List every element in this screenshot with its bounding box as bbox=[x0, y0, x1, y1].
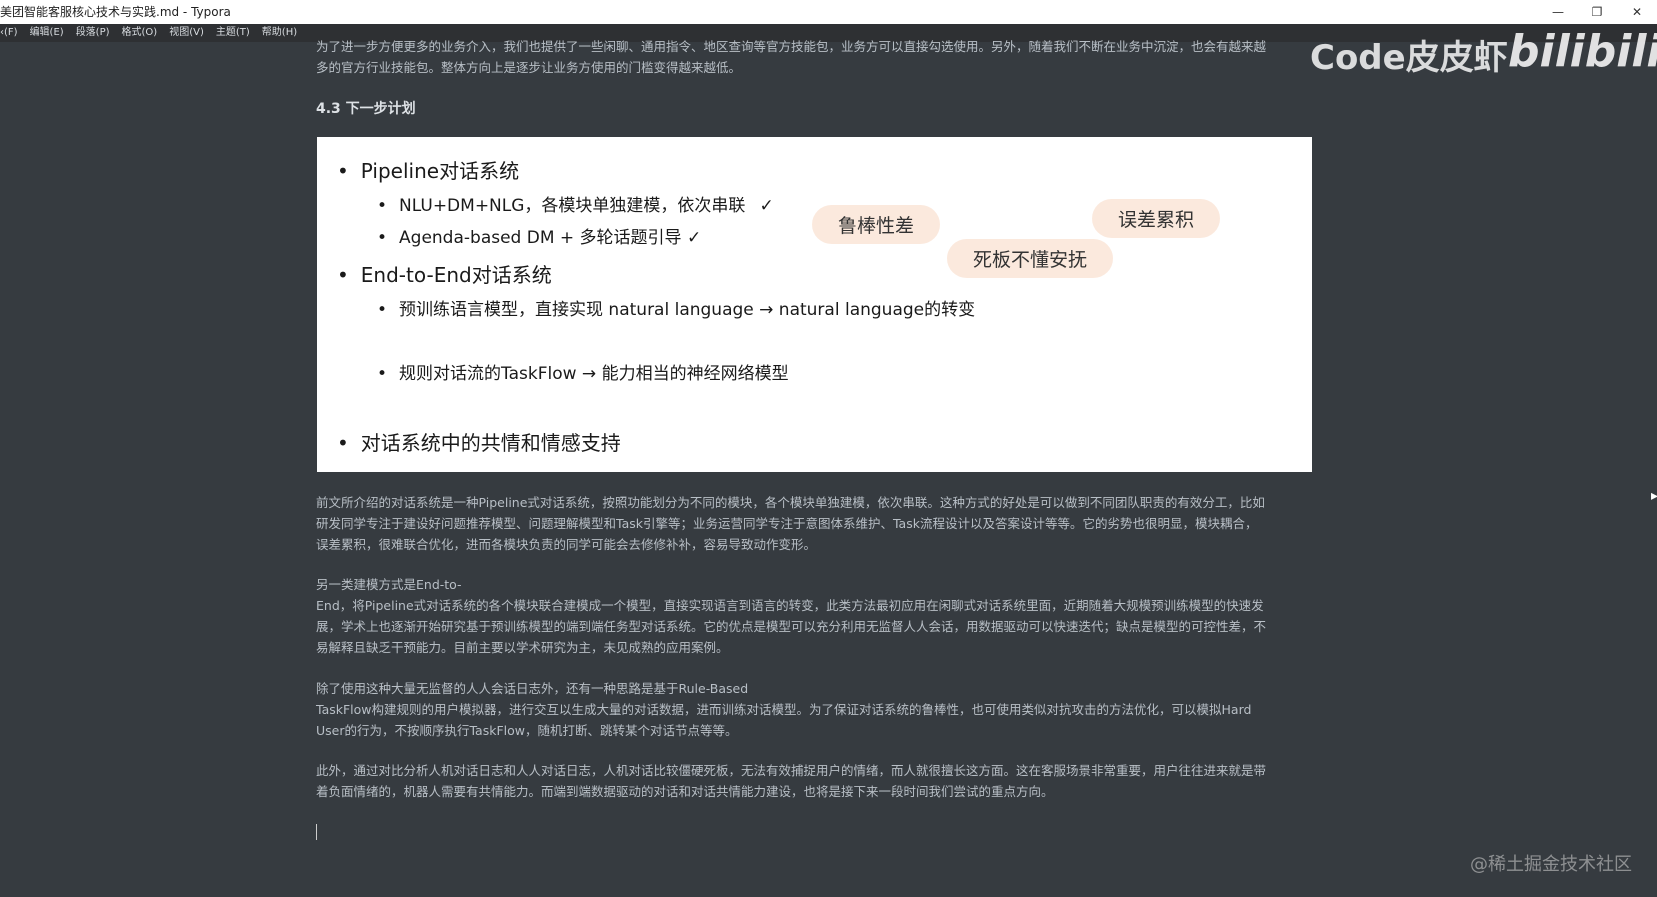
bullet-pipeline: • Pipeline对话系统 bbox=[337, 159, 520, 183]
menu-edit[interactable]: 编辑(E) bbox=[30, 24, 64, 42]
bullet-pipeline-sub1: • NLU+DM+NLG，各模块单独建模，依次串联 ✓ bbox=[377, 196, 774, 216]
title-bar: 美团智能客服核心技术与实践.md - Typora — ❐ ✕ bbox=[0, 0, 1657, 24]
text-line: TaskFlow构建规则的用户模拟器，进行交互以生成大量的对话数据，进而训练对话… bbox=[316, 702, 1252, 717]
note-robustness: 鲁棒性差 bbox=[812, 205, 941, 244]
menu-view[interactable]: 视图(V) bbox=[169, 24, 204, 42]
menu-theme[interactable]: 主题(T) bbox=[216, 24, 250, 42]
bullet-pipeline-sub2: • Agenda-based DM + 多轮话题引导 ✓ bbox=[377, 228, 702, 248]
text-line: 多的官方行业技能包。整体方向上是逐步让业务方使用的门槛变得越来越低。 bbox=[316, 60, 742, 75]
bullet-text: 规则对话流的TaskFlow → 能力相当的神经网络模型 bbox=[399, 364, 789, 384]
text-line: 前文所介绍的对话系统是一种Pipeline式对话系统，按照功能划分为不同的模块，… bbox=[316, 495, 1265, 510]
bullet-text: NLU+DM+NLG，各模块单独建模，依次串联 bbox=[399, 196, 746, 216]
text-cursor[interactable] bbox=[316, 824, 317, 840]
text-line: 为了进一步方便更多的业务介入，我们也提供了一些闲聊、通用指令、地区查询等官方技能… bbox=[316, 39, 1267, 54]
text-line: 着负面情绪的，机器人需要有共情能力。而端到端数据驱动的对话和对话共情能力建设，也… bbox=[316, 784, 1054, 799]
note-error-accumulation: 误差累积 bbox=[1092, 199, 1221, 238]
paragraph-e2e: 另一类建模方式是End-to- End，将Pipeline式对话系统的各个模块联… bbox=[316, 574, 1316, 658]
check-mark: ✓ bbox=[759, 196, 774, 216]
note-rigid: 死板不懂安抚 bbox=[947, 239, 1114, 278]
menu-file[interactable]: ‹(F) bbox=[0, 24, 18, 42]
bullet-text: 预训练语言模型，直接实现 natural language → natural … bbox=[399, 300, 976, 320]
section-heading: 4.3 下一步计划 bbox=[316, 101, 416, 117]
menu-paragraph[interactable]: 段落(P) bbox=[76, 24, 110, 42]
uploader-watermark: Code皮皮虾 bbox=[1310, 38, 1508, 78]
minimize-button[interactable]: — bbox=[1543, 0, 1573, 24]
text-line: End，将Pipeline式对话系统的各个模块联合建模成一个模型，直接实现语言到… bbox=[316, 598, 1264, 613]
restore-button[interactable]: ❐ bbox=[1582, 0, 1612, 24]
menu-help[interactable]: 帮助(H) bbox=[262, 24, 297, 42]
slide-image: • Pipeline对话系统 • NLU+DM+NLG，各模块单独建模，依次串联 ✓ … bbox=[317, 137, 1312, 472]
close-button[interactable]: ✕ bbox=[1622, 0, 1652, 24]
mouse-pointer-icon: ▸ bbox=[1651, 488, 1657, 504]
text-line: User的行为，不按顺序执行TaskFlow，随机打断、跳转某个对话节点等等。 bbox=[316, 723, 738, 738]
bullet-text: Agenda-based DM + 多轮话题引导 ✓ bbox=[399, 228, 702, 248]
paragraph-pipeline: 前文所介绍的对话系统是一种Pipeline式对话系统，按照功能划分为不同的模块，… bbox=[316, 492, 1316, 555]
text-line: 此外，通过对比分析人机对话日志和人人对话日志，人机对话比较僵硬死板，无法有效捕捉… bbox=[316, 763, 1267, 778]
bullet-empathy: • 对话系统中的共情和情感支持 bbox=[337, 431, 621, 455]
bullet-text: Pipeline对话系统 bbox=[360, 159, 520, 183]
bullet-e2e: • End-to-End对话系统 bbox=[337, 263, 552, 287]
bullet-e2e-sub1: • 预训练语言模型，直接实现 natural language → natural… bbox=[377, 300, 976, 320]
bullet-e2e-sub2: • 规则对话流的TaskFlow → 能力相当的神经网络模型 bbox=[377, 364, 789, 384]
bilibili-logo: bilibili bbox=[1508, 26, 1657, 77]
text-line: 另一类建模方式是End-to- bbox=[316, 577, 462, 592]
intro-paragraph: 为了进一步方便更多的业务介入，我们也提供了一些闲聊、通用指令、地区查询等官方技能… bbox=[316, 36, 1316, 78]
window-title: 美团智能客服核心技术与实践.md - Typora bbox=[0, 5, 231, 19]
paragraph-rule-based: 除了使用这种大量无监督的人人会话日志外，还有一种思路是基于Rule-Based … bbox=[316, 678, 1316, 741]
text-line: 展，学术上也逐渐开始研究基于预训练模型的端到端任务型对话系统。它的优点是模型可以… bbox=[316, 619, 1267, 634]
bullet-text: 对话系统中的共情和情感支持 bbox=[360, 431, 621, 455]
text-line: 除了使用这种大量无监督的人人会话日志外，还有一种思路是基于Rule-Based bbox=[316, 681, 749, 696]
bullet-text: End-to-End对话系统 bbox=[360, 263, 552, 287]
text-line: 研发同学专注于建设好问题推荐模型、问题理解模型和Task引擎等；业务运营同学专注… bbox=[316, 516, 1258, 531]
text-line: 误差累积，很难联合优化，进而各模块负责的同学可能会去修修补补，容易导致动作变形。 bbox=[316, 537, 817, 552]
community-watermark: @稀土掘金技术社区 bbox=[1470, 854, 1632, 875]
menu-format[interactable]: 格式(O) bbox=[122, 24, 158, 42]
paragraph-empathy: 此外，通过对比分析人机对话日志和人人对话日志，人机对话比较僵硬死板，无法有效捕捉… bbox=[316, 760, 1316, 802]
text-line: 易解释且缺乏干预能力。目前主要以学术研究为主，未见成熟的应用案例。 bbox=[316, 640, 729, 655]
